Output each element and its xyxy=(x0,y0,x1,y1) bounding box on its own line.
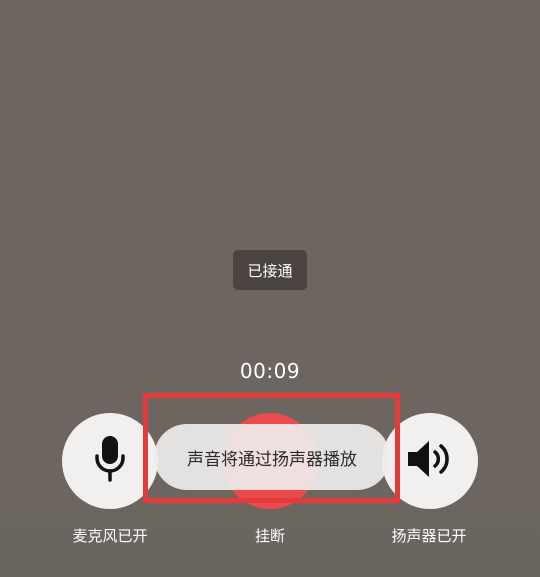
call-timer: 00:09 xyxy=(239,359,301,383)
speaker-toast: 声音将通过扬声器播放 xyxy=(154,424,390,490)
speaker-button[interactable] xyxy=(382,413,478,509)
speaker-label: 扬声器已开 xyxy=(391,527,467,545)
hangup-label: 挂断 xyxy=(254,527,285,545)
microphone-icon xyxy=(90,434,130,488)
call-status-badge: 已接通 xyxy=(233,250,307,290)
microphone-button[interactable] xyxy=(62,413,158,509)
speaker-icon xyxy=(404,437,456,485)
microphone-label: 麦克风已开 xyxy=(72,527,148,545)
